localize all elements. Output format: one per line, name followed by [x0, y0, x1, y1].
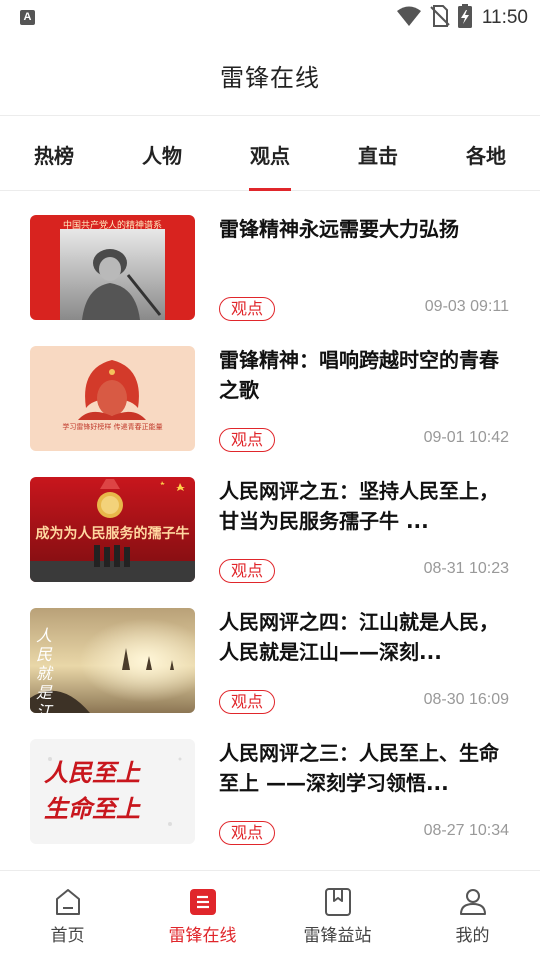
tab-hot[interactable]: 热榜 [0, 117, 108, 191]
article-title: 雷锋精神永远需要大力弘扬 [219, 217, 459, 241]
article-date: 08-27 10:34 [423, 822, 509, 839]
tab-label: 直击 [358, 143, 398, 168]
article-thumbnail: 学习雷锋好榜样 传递青春正能量 [30, 346, 195, 451]
battery-charging-icon [457, 4, 472, 32]
article-title: 人民网评之三：人民至上、生命至上 ——深刻学习领悟... [219, 741, 499, 795]
article-thumbnail: 成为为人民服务的孺子牛 [30, 477, 195, 582]
home-icon [53, 887, 83, 917]
nav-label: 首页 [50, 926, 85, 946]
bottom-navigation: 首页 雷锋在线 雷锋益站 我的 [0, 870, 540, 960]
article-item[interactable]: 人民至上 生命至上 人民网评之三：人民至上、生命至上 ——深刻学习领悟... 观… [0, 716, 540, 847]
nav-home[interactable]: 首页 [0, 871, 135, 960]
tab-label: 观点 [250, 143, 290, 168]
app-notification-icon: A [20, 10, 35, 25]
status-time: 11:50 [481, 7, 528, 28]
article-thumbnail: 人民至上 生命至上 [30, 739, 195, 844]
thumbnail-caption: 人民至上 生命至上 [44, 758, 140, 823]
tab-regions[interactable]: 各地 [432, 117, 540, 191]
thumbnail-caption: 学习雷锋好榜样 传递青春正能量 [62, 423, 163, 431]
category-badge: 观点 [219, 559, 275, 583]
article-date: 09-03 09:11 [424, 298, 509, 315]
article-item[interactable]: 学习雷锋好榜样 传递青春正能量 雷锋精神：唱响跨越时空的青春之歌 观点 09-0… [0, 323, 540, 454]
thumbnail-caption: 中国共产党人的精神谱系 [62, 221, 162, 231]
user-icon [458, 887, 488, 917]
article-date: 08-31 10:23 [423, 560, 509, 577]
status-bar: A 11:50 [0, 0, 540, 36]
nav-label: 雷锋在线 [168, 926, 237, 946]
page-title: 雷锋在线 [220, 64, 320, 92]
article-item[interactable]: 成为为人民服务的孺子牛 人民网评之五：坚持人民至上，甘当为民服务孺子牛 ... … [0, 454, 540, 585]
nav-label: 雷锋益站 [303, 926, 372, 946]
article-date: 08-30 16:09 [423, 691, 509, 708]
document-list-icon [188, 887, 218, 917]
category-badge: 观点 [219, 821, 275, 845]
tab-live[interactable]: 直击 [324, 117, 432, 191]
app-header: 雷锋在线 [0, 36, 540, 116]
category-badge: 观点 [219, 428, 275, 452]
nav-mine[interactable]: 我的 [405, 871, 540, 960]
tab-label: 人物 [142, 143, 182, 168]
thumbnail-caption: 成为为人民服务的孺子牛 [35, 526, 190, 542]
thumbnail-caption: 人民就是江山 [36, 626, 53, 713]
category-tabs: 热榜 人物 观点 直击 各地 [0, 117, 540, 191]
article-item[interactable]: 中国共产党人的精神谱系 雷锋精神永远需要大力弘扬 观点 09-03 09:11 [0, 192, 540, 323]
category-badge: 观点 [219, 690, 275, 714]
article-title: 人民网评之四：江山就是人民，人民就是江山——深刻... [219, 610, 499, 664]
tab-label: 各地 [466, 143, 506, 168]
article-item[interactable]: 人民就是江山 人民网评之四：江山就是人民，人民就是江山——深刻... 观点 08… [0, 585, 540, 716]
category-badge: 观点 [219, 297, 275, 321]
tab-opinion[interactable]: 观点 [216, 117, 324, 191]
tab-label: 热榜 [34, 143, 74, 168]
article-date: 09-01 10:42 [423, 429, 509, 446]
article-title: 雷锋精神：唱响跨越时空的青春之歌 [219, 348, 499, 402]
article-title: 人民网评之五：坚持人民至上，甘当为民服务孺子牛 ... [219, 479, 499, 533]
article-thumbnail: 人民就是江山 [30, 608, 195, 713]
bookmark-book-icon [323, 887, 353, 917]
no-sim-icon [430, 4, 450, 32]
article-thumbnail: 中国共产党人的精神谱系 [30, 215, 195, 320]
wifi-icon [396, 5, 422, 31]
active-tab-indicator [249, 188, 291, 191]
nav-leifeng-online[interactable]: 雷锋在线 [135, 871, 270, 960]
nav-label: 我的 [455, 926, 490, 946]
tab-people[interactable]: 人物 [108, 117, 216, 191]
nav-leifeng-station[interactable]: 雷锋益站 [270, 871, 405, 960]
